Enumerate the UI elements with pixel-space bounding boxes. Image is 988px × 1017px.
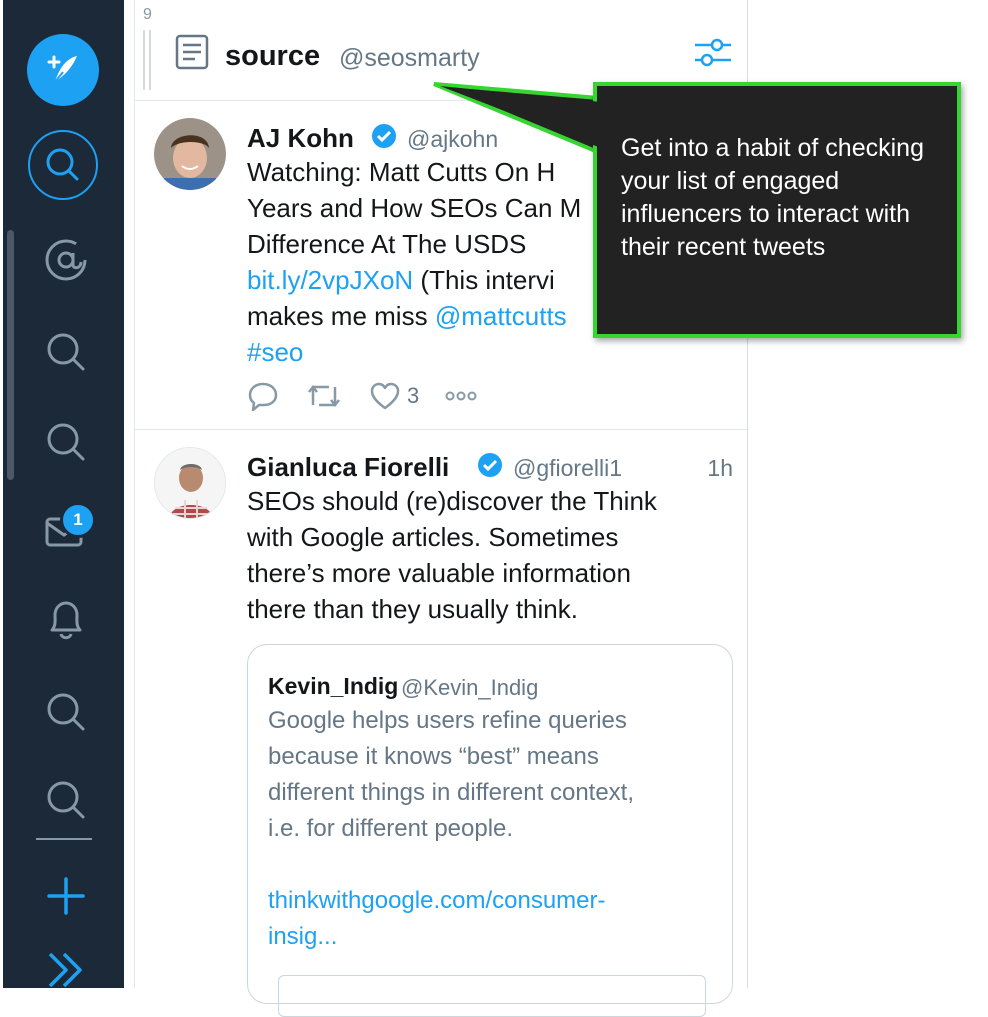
quoted-text-line: because it knows “best” means: [268, 743, 599, 770]
link-preview-card[interactable]: [278, 975, 706, 1017]
callout-box: Get into a habit of checking your list o…: [593, 82, 961, 338]
window-edge: [0, 0, 3, 988]
quoted-link[interactable]: thinkwithgoogle.com/consumer-: [268, 883, 606, 919]
sidebar-item-home[interactable]: [28, 130, 98, 200]
messages-unread-badge: 1: [60, 502, 96, 538]
callout-text: Get into a habit of checking your list o…: [621, 134, 924, 261]
tweet-text-line: SEOs should (re)discover the Think: [247, 486, 657, 516]
list-icon: [175, 34, 209, 70]
tweet-text-line: Years and How SEOs Can M: [247, 193, 582, 223]
at-sign-icon: [45, 239, 87, 281]
tweet-author-handle[interactable]: @ajkohn: [407, 126, 498, 153]
tweet-link[interactable]: bit.ly/2vpJXoN: [247, 265, 413, 295]
tweet-text-line: there’s more valuable information: [247, 558, 631, 588]
quoted-tweet[interactable]: Kevin_Indig @Kevin_Indig Google helps us…: [247, 644, 733, 1017]
search-icon: [47, 781, 85, 819]
hashtag-link[interactable]: #seo: [247, 337, 303, 367]
column-title: source: [225, 40, 321, 72]
plus-icon: [47, 877, 85, 915]
tweet-author-name[interactable]: Gianluca Fiorelli: [247, 452, 449, 483]
tweet-text: makes me miss: [247, 301, 435, 331]
reply-button[interactable]: [247, 381, 279, 411]
quoted-author-handle: @Kevin_Indig: [401, 675, 539, 700]
verified-badge-icon: [478, 453, 502, 477]
quoted-text-line: i.e. for different people.: [268, 815, 514, 842]
retweet-icon: [308, 384, 340, 408]
expand-sidebar-button[interactable]: [28, 940, 104, 1000]
reply-icon: [248, 382, 278, 411]
bell-icon: [50, 601, 82, 640]
search-icon: [47, 693, 85, 731]
sidebar-item-search-3[interactable]: [28, 682, 104, 742]
verified-badge-icon: [372, 124, 396, 148]
sidebar-item-search-1[interactable]: [28, 322, 104, 382]
retweet-button[interactable]: [305, 381, 343, 411]
compose-tweet-button[interactable]: [27, 34, 99, 106]
quoted-text-line: Google helps users refine queries: [268, 707, 627, 734]
tweet-text-line: bit.ly/2vpJXoN (This intervi: [247, 262, 555, 298]
tweet-author-handle[interactable]: @gfiorelli1: [513, 455, 622, 482]
quoted-link[interactable]: insig...: [268, 919, 337, 955]
sidebar-item-search-4[interactable]: [28, 770, 104, 830]
more-actions-button[interactable]: [445, 389, 477, 403]
quoted-author-name: Kevin_Indig: [268, 673, 399, 699]
search-icon: [47, 333, 85, 371]
double-chevron-right-icon: [48, 952, 82, 988]
like-count: 3: [407, 383, 420, 408]
ellipsis-icon: [445, 391, 477, 401]
add-column-button[interactable]: [28, 866, 104, 926]
tweet-text-line: there than they usually think.: [247, 594, 578, 624]
column-index: 9: [143, 6, 152, 23]
compose-quill-icon: [47, 55, 77, 83]
tweet-text-line: Watching: Matt Cutts On H: [247, 157, 556, 187]
sidebar-item-mentions[interactable]: [28, 230, 104, 290]
avatar[interactable]: [154, 118, 226, 190]
tweet-text-line: Difference At The USDS: [247, 229, 527, 259]
column-drag-handle[interactable]: [143, 30, 153, 90]
sidebar-scrollbar[interactable]: [7, 230, 14, 480]
tweet-timestamp[interactable]: 1h: [707, 455, 733, 482]
app-sidebar: 1: [0, 0, 124, 988]
tweet-text: (This intervi: [413, 265, 555, 295]
search-icon: [47, 423, 85, 461]
like-button[interactable]: 3: [369, 381, 419, 411]
tweet-author-name[interactable]: AJ Kohn: [247, 123, 354, 154]
tweet-text-line: makes me miss @mattcutts: [247, 298, 567, 334]
sidebar-item-search-2[interactable]: [28, 412, 104, 472]
tweet-text-line: #seo: [247, 334, 303, 370]
search-icon: [46, 148, 79, 181]
avatar[interactable]: [154, 447, 226, 519]
heart-icon: [370, 382, 400, 410]
column-settings-icon[interactable]: [693, 34, 733, 70]
sidebar-item-notifications[interactable]: [28, 590, 104, 650]
tweet-text-line: with Google articles. Sometimes: [247, 522, 619, 552]
sidebar-divider: [36, 838, 92, 840]
column-handle[interactable]: @seosmarty: [339, 44, 480, 73]
tweet-actions: 3: [247, 381, 503, 411]
mention-link[interactable]: @mattcutts: [435, 301, 567, 331]
quoted-text-line: different things in different context,: [268, 779, 635, 806]
